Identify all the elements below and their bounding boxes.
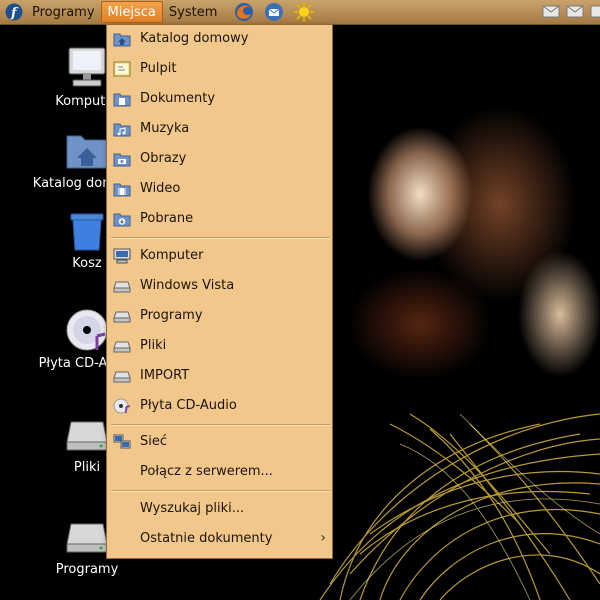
mail-icon[interactable] [542, 3, 560, 23]
menu-separator [111, 490, 330, 492]
menu-separator [111, 424, 330, 426]
pictures-folder-icon [113, 151, 131, 167]
menu-system[interactable]: System [163, 1, 223, 23]
menu-item-downloads[interactable]: Pobrane [107, 206, 332, 232]
menu-item-music[interactable]: Muzyka [107, 116, 332, 142]
downloads-folder-icon [113, 211, 131, 227]
tray-overflow[interactable] [590, 3, 600, 19]
top-panel: f Programy Miejsca System [0, 0, 600, 25]
home-folder-icon [113, 31, 131, 47]
menu-item-videos[interactable]: Wideo [107, 176, 332, 202]
drive-icon [113, 278, 131, 294]
trash-icon [65, 208, 109, 252]
weather-sun-icon[interactable] [291, 1, 317, 23]
home-folder-icon [65, 128, 109, 172]
computer-icon [65, 46, 109, 90]
network-icon [113, 434, 131, 450]
documents-folder-icon [113, 91, 131, 107]
music-folder-icon [113, 121, 131, 137]
menu-item-recent-documents[interactable]: Ostatnie dokumenty › [107, 526, 332, 552]
hard-drive-icon [65, 514, 109, 558]
menu-item-network[interactable]: Sieć [107, 429, 332, 455]
menu-item-cd-audio[interactable]: Płyta CD-Audio [107, 393, 332, 419]
cd-audio-icon [65, 308, 109, 352]
menu-item-documents[interactable]: Dokumenty [107, 86, 332, 112]
places-menu: Katalog domowy Pulpit Dokumenty Muzyka O… [106, 24, 333, 559]
menu-applications[interactable]: Programy [26, 1, 101, 23]
menu-item-home[interactable]: Katalog domowy [107, 26, 332, 52]
mail-icon[interactable] [566, 3, 584, 23]
menu-item-import[interactable]: IMPORT [107, 363, 332, 389]
menu-item-programy[interactable]: Programy [107, 303, 332, 329]
hard-drive-icon [65, 412, 109, 456]
thunderbird-icon[interactable] [261, 1, 287, 23]
menu-item-computer[interactable]: Komputer [107, 243, 332, 269]
cd-audio-icon [113, 398, 131, 414]
wallpaper-fibers [319, 413, 600, 600]
menu-item-desktop[interactable]: Pulpit [107, 56, 332, 82]
menu-separator [111, 237, 330, 239]
fedora-logo-icon[interactable]: f [0, 1, 26, 23]
menu-places[interactable]: Miejsca [100, 1, 163, 23]
computer-icon [113, 248, 131, 264]
chevron-right-icon: › [320, 530, 326, 546]
drive-icon [113, 338, 131, 354]
menu-item-search-files[interactable]: Wyszukaj pliki... [107, 496, 332, 522]
menu-item-pictures[interactable]: Obrazy [107, 146, 332, 172]
desktop-icon [113, 61, 131, 77]
menu-item-pliki[interactable]: Pliki [107, 333, 332, 359]
firefox-icon[interactable] [231, 1, 257, 23]
menu-item-windows-vista[interactable]: Windows Vista [107, 273, 332, 299]
drive-icon [113, 308, 131, 324]
drive-icon [113, 368, 131, 384]
menu-item-connect-server[interactable]: Połącz z serwerem... [107, 459, 332, 485]
video-folder-icon [113, 181, 131, 197]
